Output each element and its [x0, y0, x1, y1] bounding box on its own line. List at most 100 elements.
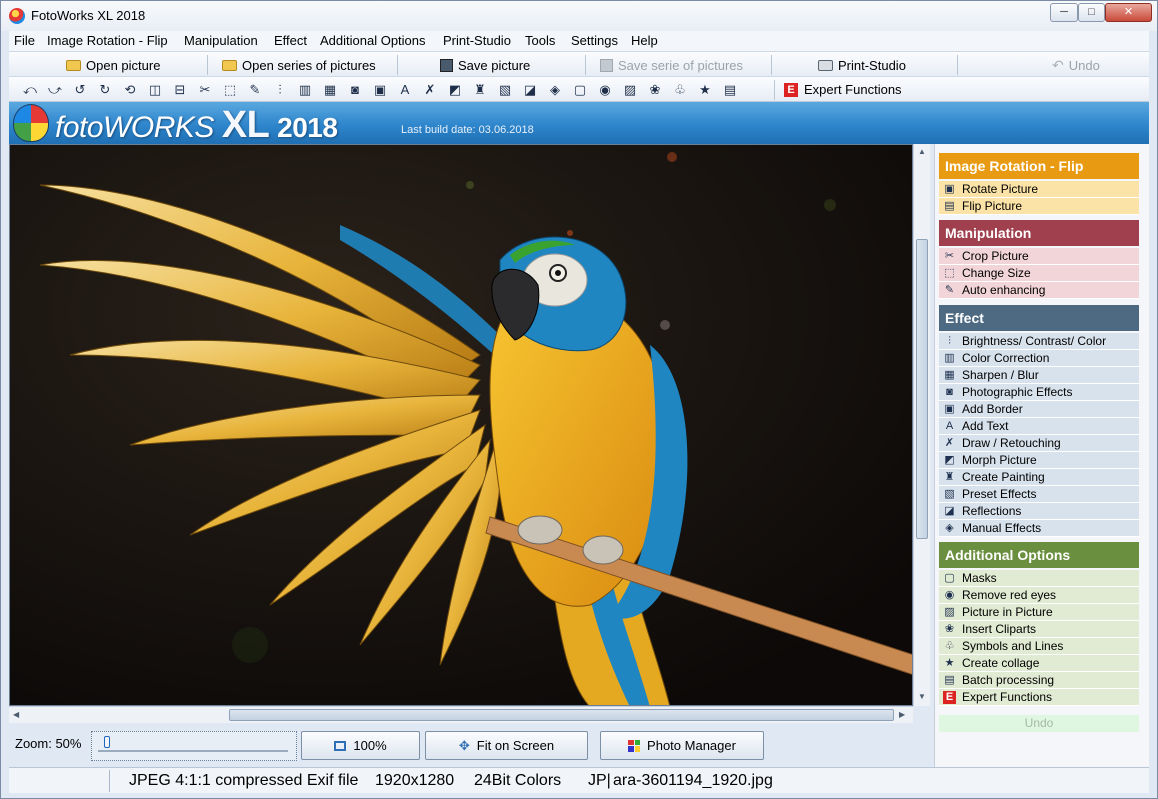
close-button[interactable]: ✕ — [1105, 3, 1152, 22]
maximize-button[interactable]: □ — [1078, 3, 1105, 22]
fit-on-screen-button[interactable]: ✥ Fit on Screen — [425, 731, 588, 760]
panel-item[interactable]: ▨ Picture in Picture — [939, 604, 1139, 621]
section-header[interactable]: Image Rotation - Flip — [939, 153, 1139, 179]
scroll-right-arrow-icon[interactable]: ▶ — [899, 710, 905, 719]
panel-item[interactable]: ✂ Crop Picture — [939, 248, 1139, 265]
panel-item[interactable]: ▧ Preset Effects — [939, 486, 1139, 503]
panel-item[interactable]: ▣ Add Border — [939, 401, 1139, 418]
undo-button[interactable]: ↶ Undo — [1052, 56, 1100, 74]
section-header[interactable]: Effect — [939, 305, 1139, 331]
photo-manager-button[interactable]: Photo Manager — [600, 731, 764, 760]
panel-item[interactable]: ◉ Remove red eyes — [939, 587, 1139, 604]
menu-help[interactable]: Help — [631, 33, 658, 48]
menu-effect[interactable]: Effect — [274, 33, 307, 48]
color-correction-icon[interactable]: ▥ — [296, 81, 314, 99]
red-eye-icon[interactable]: ◉ — [596, 81, 614, 99]
scroll-down-arrow-icon[interactable]: ▼ — [918, 692, 926, 701]
panel-item-label: Remove red eyes — [962, 588, 1057, 602]
scroll-left-arrow-icon[interactable]: ◀ — [13, 710, 19, 719]
panel-item[interactable]: ◩ Morph Picture — [939, 452, 1139, 469]
rotate-free-icon[interactable]: ⟲ — [121, 81, 139, 99]
section-header[interactable]: Manipulation — [939, 220, 1139, 246]
clipart-icon[interactable]: ❀ — [646, 81, 664, 99]
manual-effects-icon[interactable]: ◈ — [546, 81, 564, 99]
draw-icon[interactable]: ✗ — [421, 81, 439, 99]
symbols-icon[interactable]: ♧ — [671, 81, 689, 99]
rotate-left-icon[interactable]: ⤺ — [21, 81, 39, 99]
image-canvas[interactable] — [9, 144, 913, 706]
reflection-icon[interactable]: ◪ — [521, 81, 539, 99]
crop-icon[interactable]: ✂ — [196, 81, 214, 99]
painting-icon[interactable]: ♜ — [471, 81, 489, 99]
border-icon[interactable]: ▣ — [371, 81, 389, 99]
resize-icon[interactable]: ⬚ — [221, 81, 239, 99]
sharpen-icon[interactable]: ▦ — [321, 81, 339, 99]
rotate-ccw-icon[interactable]: ↺ — [71, 81, 89, 99]
text-icon[interactable]: A — [396, 81, 414, 99]
panel-item[interactable]: ⬚ Change Size — [939, 265, 1139, 282]
panel-item[interactable]: ▤ Batch processing — [939, 672, 1139, 689]
panel-item-label: Add Text — [962, 419, 1009, 433]
wand-icon[interactable]: ✎ — [246, 81, 264, 99]
panel-item[interactable]: ▤ Flip Picture — [939, 198, 1139, 215]
mask-icon[interactable]: ▢ — [571, 81, 589, 99]
panel-item[interactable]: ✎ Auto enhancing — [939, 282, 1139, 299]
symbols-icon: ♧ — [944, 639, 955, 652]
panel-item[interactable]: E Expert Functions — [939, 689, 1139, 706]
status-size: 1920x1280 — [375, 772, 455, 789]
photo-effects-icon[interactable]: ◙ — [346, 81, 364, 99]
menu-file[interactable]: File — [14, 33, 35, 48]
menu-additional-options[interactable]: Additional Options — [320, 33, 426, 48]
flip-vertical-icon[interactable]: ⊟ — [171, 81, 189, 99]
flip-icon[interactable]: ◫ — [146, 81, 164, 99]
panel-item[interactable]: ◙ Photographic Effects — [939, 384, 1139, 401]
menu-settings[interactable]: Settings — [571, 33, 618, 48]
panel-item[interactable]: ✗ Draw / Retouching — [939, 435, 1139, 452]
picture-in-picture-icon[interactable]: ▨ — [621, 81, 639, 99]
panel-item[interactable]: ▣ Rotate Picture — [939, 181, 1139, 198]
scroll-up-arrow-icon[interactable]: ▲ — [918, 147, 926, 156]
menu-image-rotation[interactable]: Image Rotation - Flip — [47, 33, 168, 48]
minimize-button[interactable]: ─ — [1050, 3, 1078, 22]
menu-print-studio[interactable]: Print-Studio — [443, 33, 511, 48]
expert-functions-button[interactable]: E Expert Functions — [784, 82, 902, 97]
horizontal-scrollbar[interactable]: ◀ ▶ — [9, 706, 913, 723]
vertical-scroll-thumb[interactable] — [916, 239, 928, 539]
panel-undo-button[interactable]: Undo — [939, 715, 1139, 732]
preset-icon[interactable]: ▧ — [496, 81, 514, 99]
morph-icon[interactable]: ◩ — [446, 81, 464, 99]
zoom-100-button[interactable]: 100% — [301, 731, 420, 760]
section-header[interactable]: Additional Options — [939, 542, 1139, 568]
panel-item[interactable]: ❀ Insert Cliparts — [939, 621, 1139, 638]
zoom-slider[interactable] — [91, 731, 297, 761]
panel-item[interactable]: ▥ Color Correction — [939, 350, 1139, 367]
panel-item[interactable]: ▢ Masks — [939, 570, 1139, 587]
collage-icon[interactable]: ★ — [696, 81, 714, 99]
vertical-scrollbar[interactable]: ▲ ▼ — [913, 144, 930, 706]
open-series-button[interactable]: Open series of pictures — [222, 56, 376, 74]
panel-item[interactable]: ▦ Sharpen / Blur — [939, 367, 1139, 384]
horizontal-scroll-thumb[interactable] — [229, 709, 894, 721]
rotate-cw-icon[interactable]: ↻ — [96, 81, 114, 99]
camera-icon: ◙ — [946, 385, 953, 398]
panel-item[interactable]: ♧ Symbols and Lines — [939, 638, 1139, 655]
rotate-right-icon[interactable]: ⤻ — [46, 81, 64, 99]
panel-item[interactable]: A Add Text — [939, 418, 1139, 435]
save-picture-button[interactable]: Save picture — [440, 56, 530, 74]
panel-item[interactable]: ⫶ Brightness/ Contrast/ Color — [939, 333, 1139, 350]
panel-item[interactable]: ♜ Create Painting — [939, 469, 1139, 486]
toolbar-separator — [957, 55, 958, 75]
menu-tools[interactable]: Tools — [525, 33, 555, 48]
status-colors: 24Bit Colors — [474, 772, 562, 789]
panel-item[interactable]: ★ Create collage — [939, 655, 1139, 672]
save-serie-button[interactable]: Save serie of pictures — [600, 56, 743, 74]
zoom-thumb[interactable] — [104, 736, 110, 748]
print-studio-button[interactable]: Print-Studio — [818, 56, 906, 74]
open-picture-button[interactable]: Open picture — [66, 56, 160, 74]
panel-item[interactable]: ◪ Reflections — [939, 503, 1139, 520]
panel-item[interactable]: ◈ Manual Effects — [939, 520, 1139, 537]
brightness-icon[interactable]: ⫶ — [271, 81, 289, 99]
batch-icon[interactable]: ▤ — [721, 81, 739, 99]
menu-manipulation[interactable]: Manipulation — [184, 33, 258, 48]
reflection-icon: ◪ — [944, 504, 955, 517]
